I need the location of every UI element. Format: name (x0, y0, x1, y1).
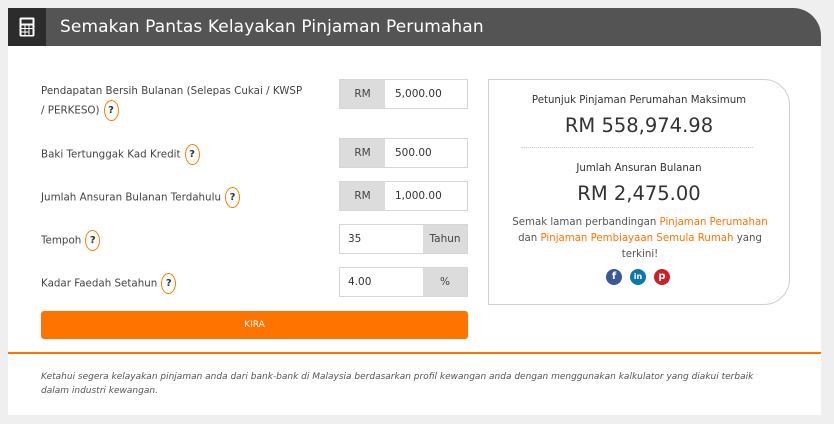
tenure-help-icon[interactable]: ? (85, 230, 101, 251)
credit-card-input[interactable]: 500.00 (395, 139, 432, 167)
calculator-panel: Pendapatan Bersih Bulanan (Selepas Cukai… (8, 46, 821, 415)
installment-value: RM 2,475.00 (577, 182, 701, 205)
page-title: Semakan Pantas Kelayakan Pinjaman Peruma… (60, 17, 484, 37)
facebook-icon[interactable]: f (606, 269, 622, 285)
tenure-input[interactable]: 35 (348, 225, 361, 253)
income-label-row: Pendapatan Bersih Bulanan (Selepas Cukai… (41, 83, 306, 121)
interest-unit-suffix: % (423, 268, 467, 296)
income-label: Pendapatan Bersih Bulanan (Selepas Cukai… (41, 85, 303, 117)
income-currency-prefix: RM (340, 80, 385, 108)
pinterest-icon[interactable]: p (654, 269, 670, 285)
previous-installment-label: Jumlah Ansuran Bulanan Terdahulu (41, 191, 221, 204)
credit-card-label-row: Baki Tertunggak Kad Kredit? (41, 144, 200, 165)
interest-input[interactable]: 4.00 (348, 268, 371, 296)
credit-card-currency-prefix: RM (340, 139, 385, 167)
interest-input-group: 4.00 % (339, 267, 468, 297)
max-loan-label: Petunjuk Pinjaman Perumahan Maksimum (531, 95, 747, 106)
income-input[interactable]: 5,000.00 (395, 80, 442, 108)
home-loan-compare-link[interactable]: Pinjaman Perumahan (660, 217, 768, 228)
installment-label: Jumlah Ansuran Bulanan (576, 163, 702, 174)
credit-card-help-icon[interactable]: ? (184, 144, 200, 165)
previous-installment-help-icon[interactable]: ? (224, 187, 240, 208)
calculator-icon-box (8, 8, 46, 46)
calculate-button[interactable]: KIRA (41, 311, 468, 339)
previous-installment-input[interactable]: 1,000.00 (395, 182, 442, 210)
footnote: Ketahui segera kelayakan pinjaman anda d… (41, 372, 754, 396)
previous-installment-label-row: Jumlah Ansuran Bulanan Terdahulu? (41, 187, 240, 208)
previous-installment-input-group: RM 1,000.00 (339, 181, 468, 211)
tenure-unit-suffix: Tahun (423, 225, 467, 253)
credit-card-label: Baki Tertunggak Kad Kredit (41, 148, 181, 161)
income-input-group: RM 5,000.00 (339, 79, 468, 109)
income-help-icon[interactable]: ? (103, 100, 119, 121)
result-divider (521, 147, 753, 148)
section-divider (8, 352, 821, 354)
max-loan-value: RM 558,974.98 (564, 114, 714, 137)
compare-text: Semak laman perbandingan Pinjaman Peruma… (509, 215, 771, 263)
tenure-input-group: 35 Tahun (339, 224, 468, 254)
linkedin-icon[interactable]: in (630, 269, 646, 285)
tenure-label: Tempoh (41, 234, 82, 247)
previous-installment-currency-prefix: RM (340, 182, 385, 210)
refinance-compare-link[interactable]: Pinjaman Pembiayaan Semula Rumah (540, 233, 733, 244)
tenure-label-row: Tempoh? (41, 230, 101, 251)
credit-card-input-group: RM 500.00 (339, 138, 468, 168)
compare-prefix: Semak laman perbandingan (512, 217, 657, 228)
compare-mid: dan (518, 233, 538, 244)
calculator-icon (19, 17, 35, 37)
result-box: Petunjuk Pinjaman Perumahan Maksimum RM … (488, 79, 790, 305)
calculator-header: Semakan Pantas Kelayakan Pinjaman Peruma… (8, 8, 821, 46)
interest-help-icon[interactable]: ? (161, 273, 177, 294)
interest-label: Kadar Faedah Setahun (41, 277, 158, 290)
interest-label-row: Kadar Faedah Setahun? (41, 273, 177, 294)
